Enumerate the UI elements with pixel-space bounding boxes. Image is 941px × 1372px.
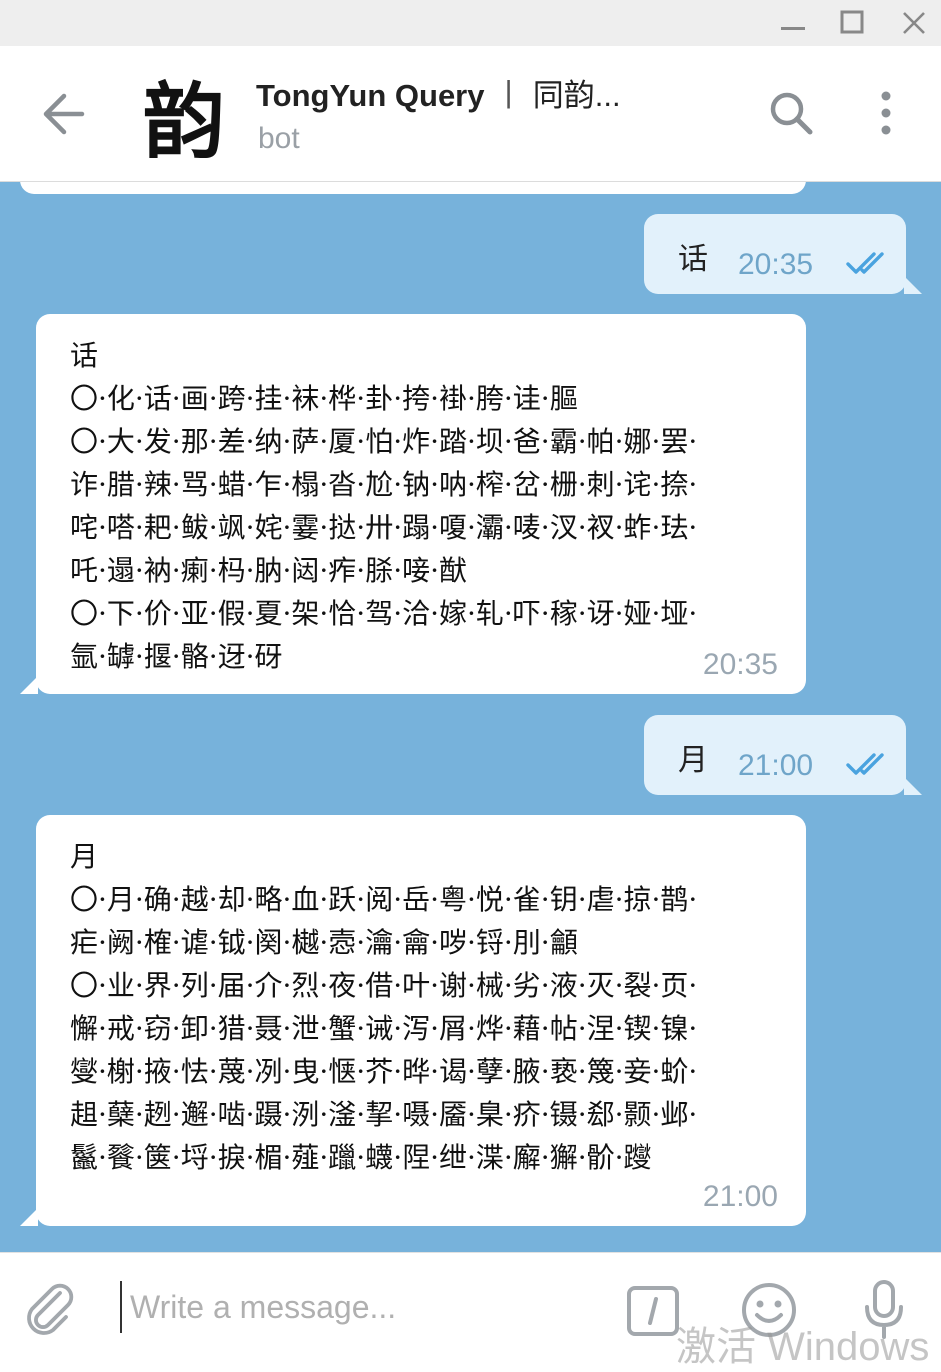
incoming-message[interactable]: 月 〇·月·确·越·却·略·血·跃·阅·岳·粤·悦·雀·钥·虐·掠·鹊· 疟·阙…: [20, 815, 806, 1226]
message-time: 21:00: [738, 749, 814, 782]
avatar[interactable]: 韵: [136, 66, 232, 170]
window-titlebar: [0, 0, 941, 46]
double-check-icon: [846, 252, 884, 274]
close-icon[interactable]: [897, 6, 931, 40]
message-line: 鬣·餮·箧·埒·捩·楣·薤·躐·蠛·陧·绁·渫·廨·獬·骱·躞: [70, 1141, 652, 1174]
message-line: 〇·业·界·列·届·介·烈·夜·借·叶·谢·械·劣·液·灭·裂·页·: [70, 969, 698, 1002]
message-line: 〇·大·发·那·差·纳·萨·厦·怕·炸·踏·坝·爸·霸·帕·娜·罢·: [70, 425, 698, 458]
message-input[interactable]: [120, 1281, 602, 1333]
message-line: 氩·罅·揠·骼·迓·砑: [70, 640, 283, 673]
message-line: 燮·榭·掖·怯·蔑·冽·曳·惬·芥·晔·谒·孽·腋·亵·篾·妾·蚧·: [70, 1055, 698, 1088]
message-text: 月: [678, 743, 708, 778]
outgoing-message[interactable]: 话 20:35: [644, 214, 922, 294]
paperclip-icon[interactable]: [22, 1279, 80, 1337]
message-line: 疟·阙·榷·谑·钺·阕·樾·悫·瀹·龠·哕·锊·刖·龥: [70, 926, 578, 959]
message-line: 趄·蘖·趔·邂·啮·蹑·洌·滏·挈·嗫·靥·臬·疥·镊·郄·颢·邺·: [70, 1098, 698, 1131]
maximize-icon[interactable]: [836, 6, 870, 40]
message-line: 〇·下·价·亚·假·夏·架·恰·驾·洽·嫁·轧·吓·稼·讶·娅·垭·: [70, 597, 698, 630]
back-arrow-icon[interactable]: [36, 86, 92, 142]
chat-subtitle: bot: [258, 122, 300, 155]
message-line: 〇·化·话·画·跨·挂·袜·桦·卦·挎·褂·胯·诖·膒: [70, 382, 578, 415]
message-line: 诈·腊·辣·骂·蜡·乍·榻·沓·尬·钠·呐·榨·岔·栅·刺·诧·捺·: [70, 468, 698, 501]
message-time: 21:00: [702, 1180, 778, 1213]
double-check-icon: [846, 753, 884, 775]
message-line: 咤·嗒·耙·鲅·飒·姹·霎·挞·卅·蹋·嗄·灞·唛·汊·衩·蚱·珐·: [70, 511, 698, 544]
chat-title-cjk: 同韵...: [532, 78, 621, 113]
message-line: 话: [70, 339, 99, 372]
chat-header: 韵 TongYun Query 丨 同韵... bot: [0, 46, 941, 182]
message-time: 20:35: [738, 248, 814, 281]
message-time: 20:35: [702, 648, 778, 681]
message-line: 月: [70, 840, 99, 873]
chat-title-latin: TongYun Query: [256, 78, 485, 113]
more-vertical-icon[interactable]: [866, 86, 906, 142]
message-line: 〇·月·确·越·却·略·血·跃·阅·岳·粤·悦·雀·钥·虐·掠·鹊·: [70, 883, 698, 916]
bot-command-icon[interactable]: [626, 1285, 680, 1337]
outgoing-message[interactable]: 月 21:00: [644, 715, 922, 795]
search-icon[interactable]: [764, 86, 820, 142]
message-list[interactable]: 话 20:35 话 〇·化·话·画·跨·挂·袜·桦·卦·挎·褂·胯·诖·膒 〇·…: [0, 182, 941, 1252]
message-line: 吒·遢·衲·瘌·杩·肭·闼·痄·脎·唼·猷: [70, 554, 468, 587]
chat-title[interactable]: TongYun Query 丨 同韵...: [256, 70, 621, 115]
incoming-message[interactable]: 话 〇·化·话·画·跨·挂·袜·桦·卦·挎·褂·胯·诖·膒 〇·大·发·那·差·…: [20, 314, 806, 694]
message-line: 懈·戒·窃·卸·猎·聂·泄·蟹·诫·泻·屑·烨·藉·帖·涅·锲·镍·: [70, 1012, 698, 1045]
minimize-icon[interactable]: [777, 6, 811, 40]
message-text: 话: [678, 242, 708, 277]
chat-title-separator: 丨: [493, 78, 525, 113]
previous-message-bubble: [20, 182, 806, 194]
activation-watermark: 激活 Windows: [676, 1325, 930, 1369]
